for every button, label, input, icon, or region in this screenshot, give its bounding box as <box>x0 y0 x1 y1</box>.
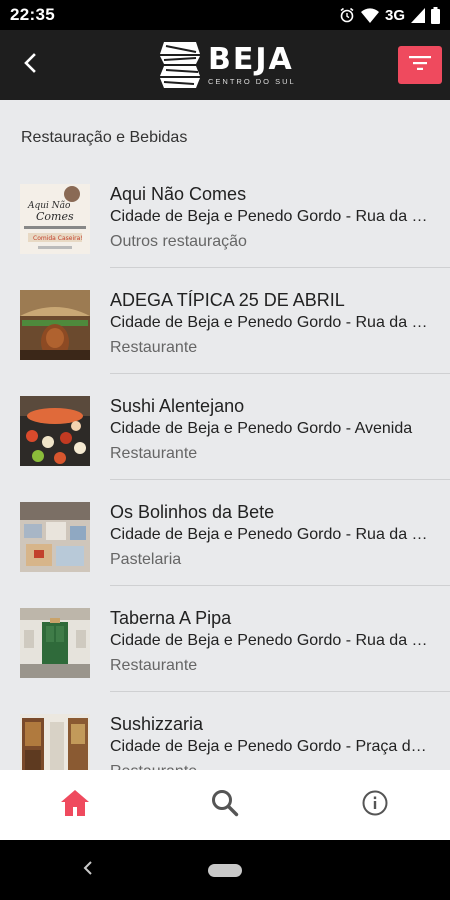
chevron-left-icon <box>23 52 37 78</box>
item-name: Os Bolinhos da Bete <box>110 502 275 522</box>
bottom-navigation <box>0 770 450 840</box>
item-address: Cidade de Beja e Penedo Gordo - Rua da M… <box>110 208 428 225</box>
battery-icon <box>431 6 440 24</box>
list-item[interactable]: Sushi Alentejano Cidade de Beja e Penedo… <box>0 374 450 480</box>
list-item[interactable]: Taberna A Pipa Cidade de Beja e Penedo G… <box>0 586 450 692</box>
status-bar: 22:35 3G <box>0 0 450 30</box>
item-name: Sushizzaria <box>110 714 204 734</box>
app-header: BEJA CENTRO DO SUL <box>0 30 450 100</box>
places-list: Aqui Não Comes Comida Caseira! Aqui Não … <box>0 162 450 770</box>
list-item[interactable]: ADEGA TÍPICA 25 DE ABRIL Cidade de Beja … <box>0 268 450 374</box>
item-category: Restaurante <box>110 761 428 770</box>
alarm-icon <box>339 7 355 23</box>
item-name: Aqui Não Comes <box>110 184 247 204</box>
logo-title: BEJA <box>208 41 294 77</box>
home-icon <box>60 789 90 822</box>
item-address: Cidade de Beja e Penedo Gordo - Rua da M… <box>110 526 428 543</box>
item-address: Cidade de Beja e Penedo Gordo - Praça da… <box>110 738 428 755</box>
thumbnail-image <box>20 290 90 360</box>
item-address: Cidade de Beja e Penedo Gordo - Rua da M… <box>110 632 428 649</box>
thumbnail-image <box>20 714 90 770</box>
list-item[interactable]: Os Bolinhos da Bete Cidade de Beja e Pen… <box>0 480 450 586</box>
system-back-button[interactable] <box>76 858 100 882</box>
svg-text:Comes: Comes <box>36 210 74 223</box>
item-category: Restaurante <box>110 445 198 462</box>
item-category: Outros restauração <box>110 233 247 250</box>
info-icon <box>362 790 388 821</box>
system-home-button[interactable] <box>208 864 242 877</box>
network-type: 3G <box>384 6 405 24</box>
status-icons: 3G <box>339 6 440 24</box>
item-address: Cidade de Beja e Penedo Gordo - Avenida <box>110 420 413 437</box>
section-title: Restauração e Bebidas <box>21 129 188 146</box>
logo-mark-icon <box>160 42 200 88</box>
filter-icon <box>409 55 431 75</box>
content-area[interactable]: Restauração e Bebidas Aqui Não Comes Com… <box>0 100 450 770</box>
item-name: Sushi Alentejano <box>110 396 245 416</box>
thumbnail-image <box>20 396 90 466</box>
nav-home-button[interactable] <box>45 775 105 835</box>
svg-text:Comida Caseira!: Comida Caseira! <box>33 235 83 242</box>
item-name: ADEGA TÍPICA 25 DE ABRIL <box>110 290 345 310</box>
signal-icon <box>411 7 425 23</box>
item-name: Taberna A Pipa <box>110 608 232 628</box>
beja-logo: BEJA CENTRO DO SUL <box>160 40 296 90</box>
list-item[interactable]: Sushizzaria Cidade de Beja e Penedo Gord… <box>0 692 450 770</box>
system-navigation-bar <box>0 840 450 900</box>
nav-info-button[interactable] <box>345 775 405 835</box>
search-icon <box>211 789 239 822</box>
item-category: Restaurante <box>110 339 198 356</box>
back-button[interactable] <box>0 30 60 100</box>
filter-button[interactable] <box>398 46 442 84</box>
item-category: Pastelaria <box>110 551 182 568</box>
nav-search-button[interactable] <box>195 775 255 835</box>
list-item[interactable]: Aqui Não Comes Comida Caseira! Aqui Não … <box>0 162 450 268</box>
item-address: Cidade de Beja e Penedo Gordo - Rua da M… <box>110 314 428 331</box>
wifi-icon <box>360 7 379 23</box>
chevron-left-icon <box>83 860 93 880</box>
item-category: Restaurante <box>110 657 198 674</box>
status-time: 22:35 <box>10 5 55 24</box>
logo-subtitle: CENTRO DO SUL <box>208 76 296 86</box>
thumbnail-image <box>20 608 90 678</box>
thumbnail-image <box>20 502 90 572</box>
thumbnail-image: Aqui Não Comes Comida Caseira! <box>20 184 90 254</box>
